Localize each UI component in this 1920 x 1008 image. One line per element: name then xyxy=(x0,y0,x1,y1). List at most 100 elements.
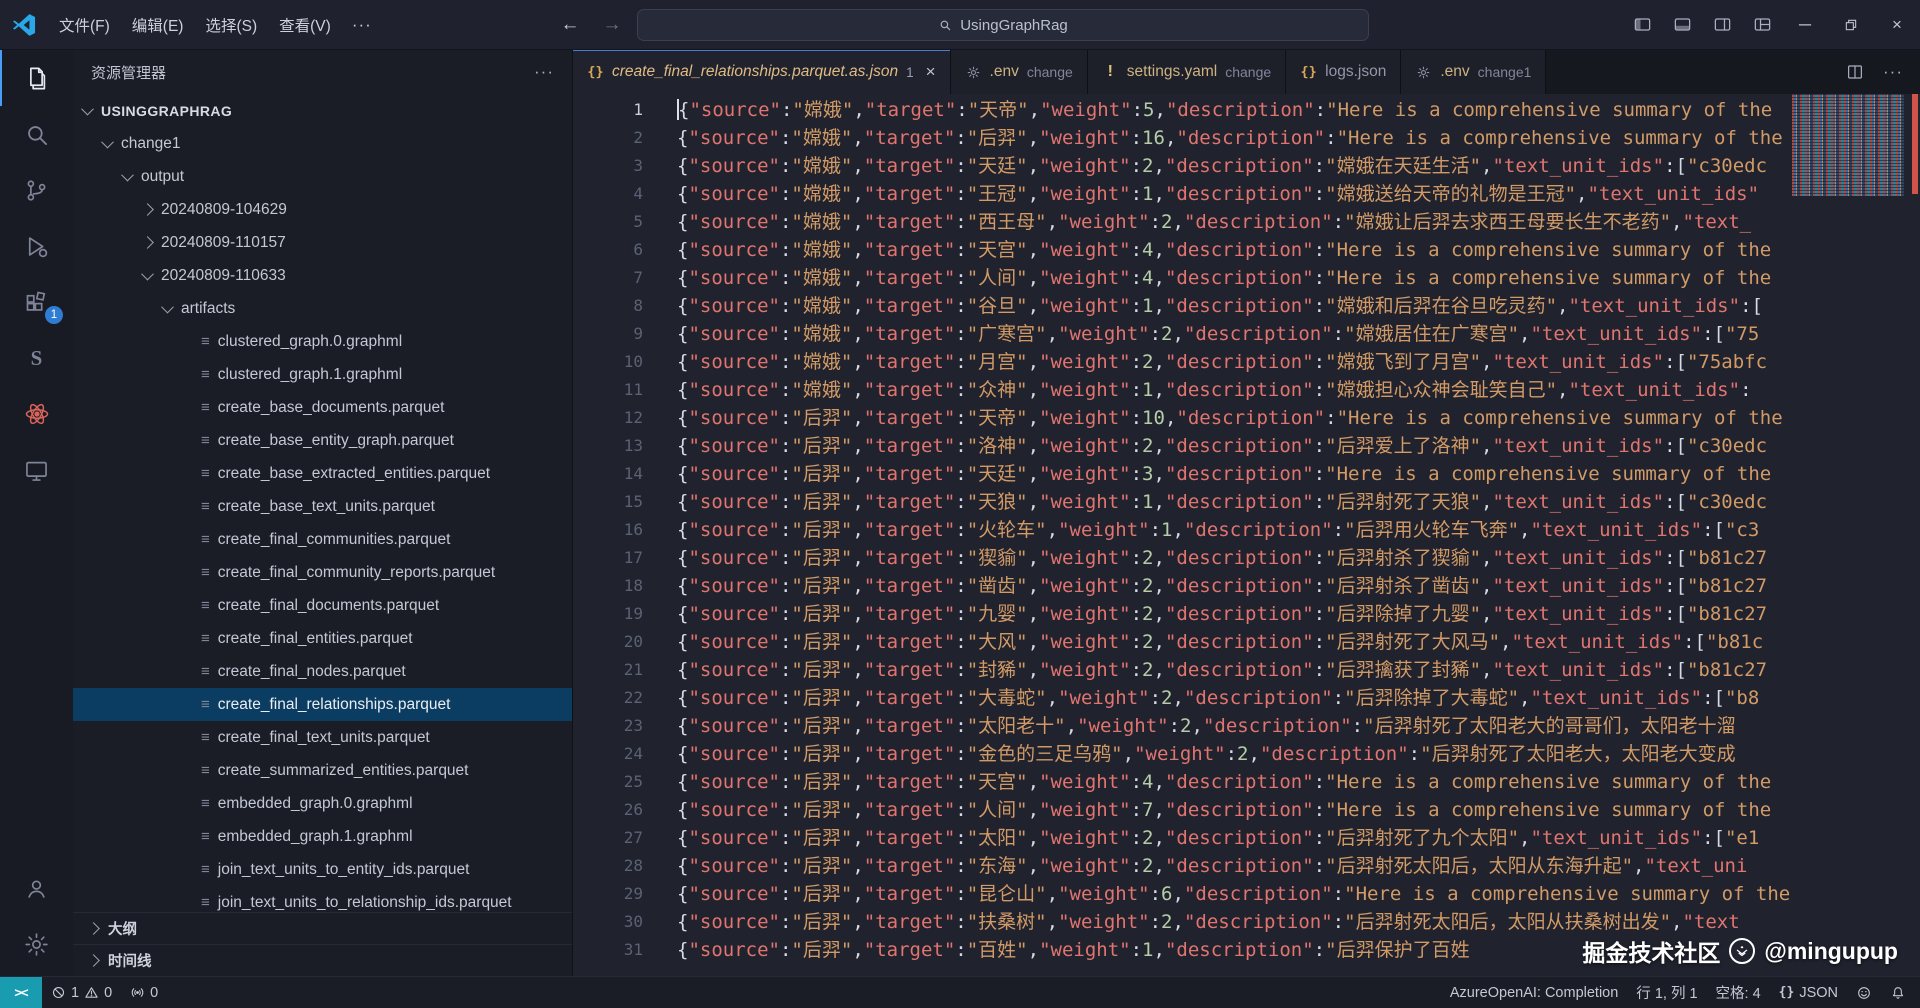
extensions-icon[interactable]: 1 xyxy=(0,274,73,330)
tree-item[interactable]: artifacts xyxy=(73,292,572,325)
tree-item[interactable]: ≡ create_base_text_units.parquet xyxy=(73,490,572,523)
code-line[interactable]: {"source":"后羿","target":"太阳老十","weight":… xyxy=(677,712,1920,740)
tree-item[interactable]: ≡ clustered_graph.0.graphml xyxy=(73,325,572,358)
toggle-secondary-sidebar-icon[interactable] xyxy=(1702,0,1742,50)
code-line[interactable]: {"source":"后羿","target":"东海","weight":2,… xyxy=(677,852,1920,880)
code-line[interactable]: {"source":"嫦娥","target":"天宫","weight":4,… xyxy=(677,236,1920,264)
code-line[interactable]: {"source":"嫦娥","target":"谷旦","weight":1,… xyxy=(677,292,1920,320)
code-line[interactable]: {"source":"嫦娥","target":"天帝","weight":5,… xyxy=(677,96,1920,124)
code-line[interactable]: {"source":"后羿","target":"太阳","weight":2,… xyxy=(677,824,1920,852)
code-line[interactable]: {"source":"后羿","target":"洛神","weight":2,… xyxy=(677,432,1920,460)
minimize-button[interactable]: ─ xyxy=(1782,0,1828,50)
menubar-item[interactable]: 编辑(E) xyxy=(121,9,195,41)
tree-item[interactable]: USINGGRAPHRAG xyxy=(73,94,572,127)
code-line[interactable]: {"source":"后羿","target":"人间","weight":7,… xyxy=(677,796,1920,824)
code-line[interactable]: {"source":"后羿","target":"天帝","weight":10… xyxy=(677,404,1920,432)
code-line[interactable]: {"source":"后羿","target":"扶桑树","weight":2… xyxy=(677,908,1920,936)
code-line[interactable]: {"source":"后羿","target":"封豨","weight":2,… xyxy=(677,656,1920,684)
code-line[interactable]: {"source":"后羿","target":"大风","weight":2,… xyxy=(677,628,1920,656)
toggle-primary-sidebar-icon[interactable] xyxy=(1622,0,1662,50)
editor-tab[interactable]: {} ! settings.yaml change xyxy=(1087,50,1287,94)
code-line[interactable]: {"source":"嫦娥","target":"后羿","weight":16… xyxy=(677,124,1920,152)
indentation-status[interactable]: 空格: 4 xyxy=(1707,977,1770,1008)
close-icon[interactable]: × xyxy=(926,62,936,82)
code-line[interactable]: {"source":"后羿","target":"大毒蛇","weight":2… xyxy=(677,684,1920,712)
code-line[interactable]: {"source":"后羿","target":"天廷","weight":3,… xyxy=(677,460,1920,488)
code-line[interactable]: {"source":"后羿","target":"天宫","weight":4,… xyxy=(677,768,1920,796)
code-line[interactable]: {"source":"后羿","target":"昆仑山","weight":6… xyxy=(677,880,1920,908)
close-window-button[interactable]: × xyxy=(1874,0,1920,50)
tree-item[interactable]: ≡ create_final_entities.parquet xyxy=(73,622,572,655)
notifications-bell-icon[interactable] xyxy=(1881,977,1920,1008)
tree-item[interactable]: ≡ join_text_units_to_relationship_ids.pa… xyxy=(73,886,572,912)
tree-item[interactable]: ≡ embedded_graph.0.graphml xyxy=(73,787,572,820)
tree-item[interactable]: ≡ create_final_nodes.parquet xyxy=(73,655,572,688)
extension-atom-icon[interactable] xyxy=(0,386,73,442)
restore-button[interactable] xyxy=(1828,0,1874,50)
views-more-actions-icon[interactable]: ··· xyxy=(534,62,554,82)
remote-indicator[interactable]: >< xyxy=(0,977,42,1008)
code-line[interactable]: {"source":"嫦娥","target":"西王母","weight":2… xyxy=(677,208,1920,236)
code-line[interactable]: {"source":"嫦娥","target":"王冠","weight":1,… xyxy=(677,180,1920,208)
extension-s-icon[interactable]: S xyxy=(0,330,73,386)
tree-item[interactable]: change1 xyxy=(73,127,572,160)
menubar-item[interactable]: 文件(F) xyxy=(48,9,121,41)
tree-item[interactable]: ≡ embedded_graph.1.graphml xyxy=(73,820,572,853)
toggle-panel-icon[interactable] xyxy=(1662,0,1702,50)
code-line[interactable]: {"source":"后羿","target":"天狼","weight":1,… xyxy=(677,488,1920,516)
cursor-position-status[interactable]: 行 1, 列 1 xyxy=(1627,977,1706,1008)
minimap[interactable] xyxy=(1792,94,1904,196)
settings-gear-icon[interactable] xyxy=(0,916,73,972)
tree-item[interactable]: ≡ create_base_extracted_entities.parquet xyxy=(73,457,572,490)
code-line[interactable]: {"source":"嫦娥","target":"众神","weight":1,… xyxy=(677,376,1920,404)
code-line[interactable]: {"source":"嫦娥","target":"人间","weight":4,… xyxy=(677,264,1920,292)
editor-tab[interactable]: {} ! logs.json xyxy=(1286,50,1402,94)
sidebar-section-header[interactable]: 大纲 xyxy=(73,912,572,944)
command-center-search[interactable]: UsingGraphRag xyxy=(637,9,1369,41)
code-line[interactable]: {"source":"嫦娥","target":"月宫","weight":2,… xyxy=(677,348,1920,376)
split-editor-icon[interactable] xyxy=(1838,50,1872,94)
editor-more-actions-icon[interactable]: ··· xyxy=(1876,50,1910,94)
language-mode-status[interactable]: {} JSON xyxy=(1770,977,1847,1008)
ports-status[interactable]: 0 xyxy=(121,977,167,1008)
source-control-icon[interactable] xyxy=(0,162,73,218)
code-line[interactable]: {"source":"嫦娥","target":"广寒宫","weight":2… xyxy=(677,320,1920,348)
tree-item[interactable]: ≡ create_base_documents.parquet xyxy=(73,391,572,424)
tree-item[interactable]: output xyxy=(73,160,572,193)
tree-item[interactable]: ≡ create_final_relationships.parquet xyxy=(73,688,572,721)
back-button[interactable]: ← xyxy=(556,14,584,36)
tree-item[interactable]: 20240809-104629 xyxy=(73,193,572,226)
tree-item[interactable]: ≡ create_final_documents.parquet xyxy=(73,589,572,622)
menubar-item[interactable]: 查看(V) xyxy=(268,9,342,41)
run-debug-icon[interactable] xyxy=(0,218,73,274)
editor-tab[interactable]: {} ! .env change1 xyxy=(1401,50,1547,94)
code-line[interactable]: {"source":"嫦娥","target":"天廷","weight":2,… xyxy=(677,152,1920,180)
tree-item[interactable]: ≡ create_base_entity_graph.parquet xyxy=(73,424,572,457)
sidebar-section-header[interactable]: 时间线 xyxy=(73,944,572,976)
code-line[interactable]: {"source":"后羿","target":"火轮车","weight":1… xyxy=(677,516,1920,544)
tree-item[interactable]: ≡ create_summarized_entities.parquet xyxy=(73,754,572,787)
remote-explorer-icon[interactable] xyxy=(0,442,73,498)
search-icon[interactable] xyxy=(0,106,73,162)
editor[interactable]: 1 2 3 4 5 6 7 8 9 10 11 12 13 14 15 16 17 18 19 20 21 22 23 24 2… xyxy=(573,94,1920,976)
azure-openai-status[interactable]: AzureOpenAI: Completion xyxy=(1441,977,1627,1008)
tree-item[interactable]: ≡ join_text_units_to_entity_ids.parquet xyxy=(73,853,572,886)
tree-item[interactable]: 20240809-110157 xyxy=(73,226,572,259)
forward-button[interactable]: → xyxy=(598,14,626,36)
menubar-item[interactable]: 选择(S) xyxy=(194,9,268,41)
menubar-overflow-button[interactable]: ··· xyxy=(342,10,382,40)
tree-item[interactable]: 20240809-110633 xyxy=(73,259,572,292)
code-line[interactable]: {"source":"后羿","target":"金色的三足乌鸦","weigh… xyxy=(677,740,1920,768)
customize-layout-icon[interactable] xyxy=(1742,0,1782,50)
code-line[interactable]: {"source":"后羿","target":"猰貐","weight":2,… xyxy=(677,544,1920,572)
tree-item[interactable]: ≡ clustered_graph.1.graphml xyxy=(73,358,572,391)
accounts-icon[interactable] xyxy=(0,860,73,916)
problems-status[interactable]: 1 0 xyxy=(42,977,121,1008)
code-line[interactable]: {"source":"后羿","target":"凿齿","weight":2,… xyxy=(677,572,1920,600)
editor-tab[interactable]: {} ! .env change xyxy=(950,50,1088,94)
feedback-smiley-icon[interactable] xyxy=(1847,977,1881,1008)
code-line[interactable]: {"source":"后羿","target":"九婴","weight":2,… xyxy=(677,600,1920,628)
tree-item[interactable]: ≡ create_final_community_reports.parquet xyxy=(73,556,572,589)
tree-item[interactable]: ≡ create_final_communities.parquet xyxy=(73,523,572,556)
explorer-icon[interactable] xyxy=(0,50,73,106)
